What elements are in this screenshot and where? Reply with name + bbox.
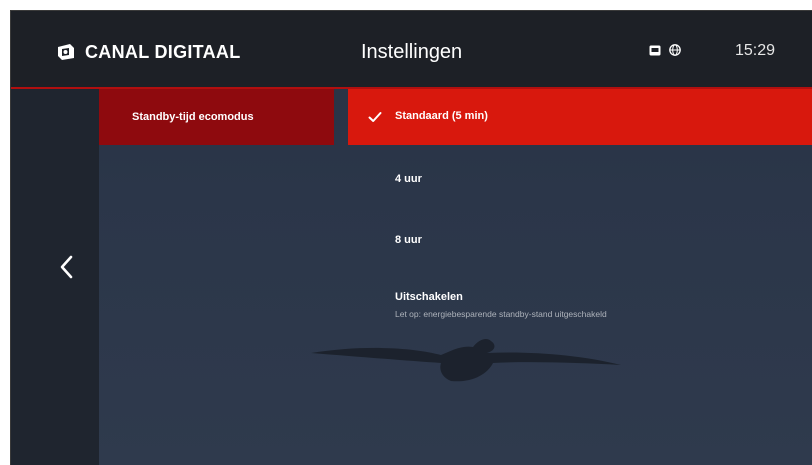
globe-icon xyxy=(669,43,681,61)
option-label: Uitschakelen xyxy=(395,291,463,303)
message-icon xyxy=(649,43,661,61)
chevron-left-icon[interactable] xyxy=(55,253,79,281)
option-label: Standaard (5 min) xyxy=(395,110,488,122)
option-8-uur[interactable]: 8 uur xyxy=(348,207,812,269)
brand-logo: CANAL DIGITAAL xyxy=(55,39,241,65)
status-icons xyxy=(649,43,681,61)
tv-screen: CANAL DIGITAAL Instellingen 15:29 Standb… xyxy=(10,10,812,465)
option-uitschakelen[interactable]: Uitschakelen Let op: energiebesparende s… xyxy=(348,269,812,339)
canal-digitaal-logo-icon xyxy=(55,42,77,62)
category-standby-ecomode[interactable]: Standby-tijd ecomodus xyxy=(99,89,334,145)
option-4-uur[interactable]: 4 uur xyxy=(348,145,812,207)
option-standaard[interactable]: Standaard (5 min) xyxy=(348,89,812,145)
option-label: 8 uur xyxy=(395,234,422,246)
option-label: 4 uur xyxy=(395,173,422,185)
settings-category-column: Standby-tijd ecomodus xyxy=(99,89,346,465)
options-list: Standaard (5 min) 4 uur 8 uur Uitschakel… xyxy=(348,89,812,465)
top-bar: CANAL DIGITAAL Instellingen 15:29 xyxy=(11,11,812,89)
page-title: Instellingen xyxy=(361,41,463,63)
clock: 15:29 xyxy=(735,42,776,59)
checkmark-icon xyxy=(368,112,382,122)
option-note: Let op: energiebesparende standby-stand … xyxy=(395,309,607,319)
category-label: Standby-tijd ecomodus xyxy=(132,111,254,123)
brand-name: CANAL DIGITAAL xyxy=(85,41,241,62)
